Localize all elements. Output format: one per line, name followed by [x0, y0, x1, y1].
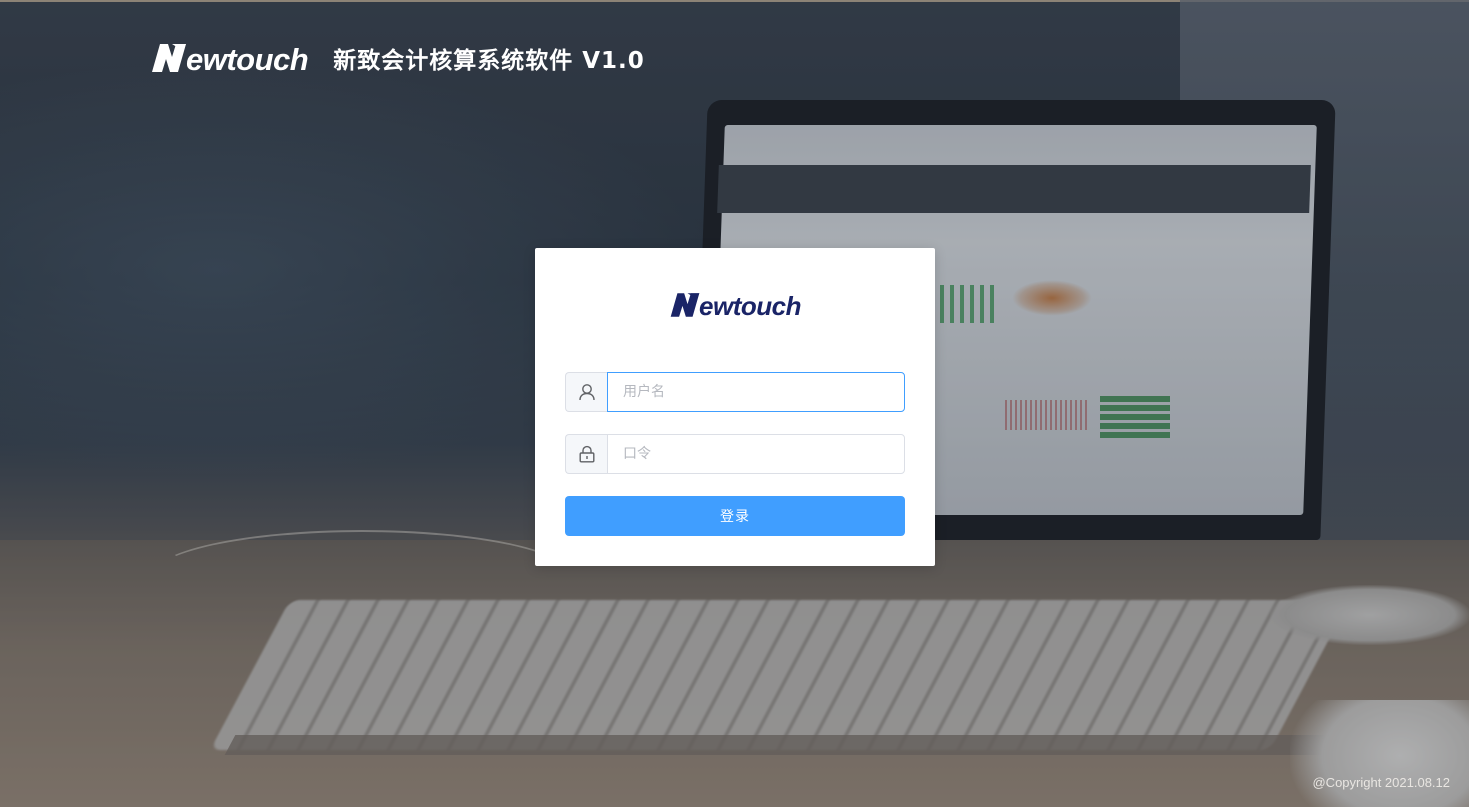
login-button[interactable]: 登录: [565, 496, 905, 536]
username-field: [565, 372, 905, 412]
app-title: 新致会计核算系统软件 V1.0: [333, 48, 645, 74]
page-header: ewtouch 新致会计核算系统软件 V1.0: [150, 38, 645, 78]
logo-n-icon: [152, 44, 186, 72]
login-card: ewtouch 登录: [535, 248, 935, 566]
password-field: [565, 434, 905, 474]
header-logo: ewtouch: [150, 38, 309, 78]
copyright-text: @Copyright 2021.08.12: [1312, 775, 1450, 790]
user-icon: [565, 372, 607, 412]
card-logo-text: ewtouch: [699, 291, 801, 321]
logo-n-icon: [670, 293, 700, 317]
header-logo-text: ewtouch: [186, 42, 309, 77]
card-logo: ewtouch: [535, 288, 935, 322]
password-input[interactable]: [607, 434, 905, 474]
lock-icon: [565, 434, 607, 474]
username-input[interactable]: [607, 372, 905, 412]
